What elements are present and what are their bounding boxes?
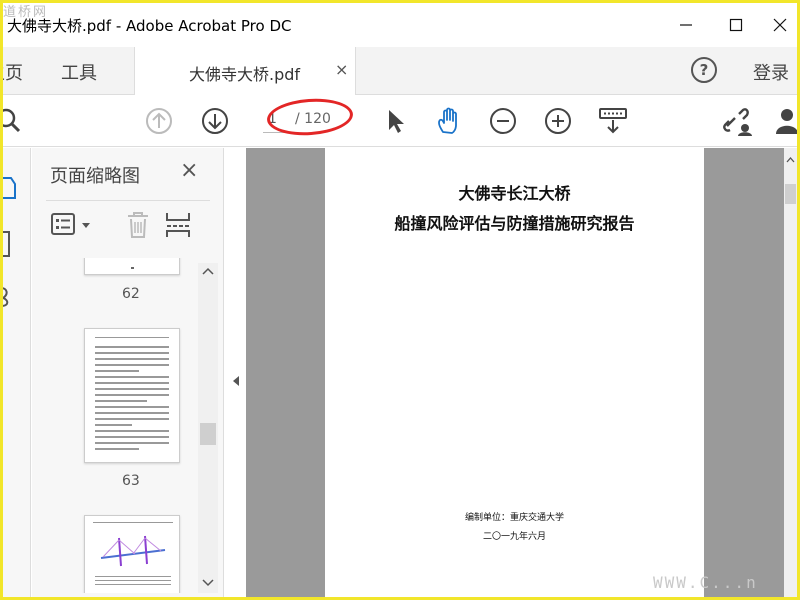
scroll-up-icon [202, 267, 214, 275]
collapse-panel-button[interactable] [232, 375, 240, 390]
red-highlight-oval [265, 96, 355, 138]
document-view: 大佛寺长江大桥 船撞风险评估与防撞措施研究报告 编制单位：重庆交通大学 二〇一九… [246, 148, 784, 597]
pdf-page[interactable]: 大佛寺长江大桥 船撞风险评估与防撞措施研究报告 编制单位：重庆交通大学 二〇一九… [325, 148, 704, 597]
user-button[interactable] [773, 105, 797, 137]
close-panel-button[interactable]: × [180, 158, 198, 183]
document-scrollbar-thumb[interactable] [785, 184, 796, 204]
document-scrollbar[interactable] [784, 148, 797, 597]
help-button[interactable]: ? [691, 57, 717, 83]
minimize-button[interactable] [671, 13, 701, 37]
hand-tool-button[interactable] [433, 105, 465, 137]
login-button[interactable]: 登录 [753, 59, 789, 85]
thumbnail-page-64[interactable] [84, 515, 180, 593]
attachment-icon[interactable] [3, 284, 15, 308]
document-title-line2: 船撞风险评估与防撞措施研究报告 [394, 214, 635, 233]
doc-scroll-up-icon [786, 157, 795, 163]
scroll-down-icon [202, 579, 214, 587]
zoom-in-icon [545, 108, 571, 134]
tab-document[interactable]: 大佛寺大桥.pdf × [134, 47, 356, 95]
thumbnail-scrollbar-thumb[interactable] [200, 423, 216, 445]
zoom-out-icon [490, 108, 516, 134]
share-link-icon [723, 108, 752, 136]
close-window-button[interactable] [765, 13, 795, 37]
title-bar: 道桥网 大佛寺大桥.pdf - Adobe Acrobat Pro DC [3, 3, 797, 47]
watermark-bottom: WWW.C...n [653, 573, 758, 592]
tab-tools[interactable]: 工具 [61, 59, 97, 85]
keyboard-tool-button[interactable] [597, 105, 629, 137]
zoom-out-button[interactable] [487, 105, 519, 137]
close-tab-button[interactable]: × [335, 60, 348, 79]
thumbnail-list: 62 63 [47, 258, 202, 593]
page-down-icon [202, 108, 228, 134]
thumbnail-page-62[interactable] [84, 258, 180, 275]
close-icon [773, 18, 787, 32]
panel-title: 页面缩略图 [50, 166, 140, 187]
thumbnail-label-63: 63 [122, 473, 140, 489]
maximize-icon [729, 18, 743, 32]
panel-divider [46, 200, 210, 201]
thumbnail-options-icon[interactable] [50, 212, 96, 238]
prev-page-button[interactable] [143, 105, 175, 137]
page-up-icon [146, 108, 172, 134]
user-icon [776, 109, 797, 134]
select-tool-button[interactable] [379, 105, 411, 137]
tab-bar: 主页 工具 大佛寺大桥.pdf × ? 登录 [3, 47, 797, 95]
document-date: 二〇一九年六月 [482, 532, 546, 542]
acrobat-window: 道桥网 大佛寺大桥.pdf - Adobe Acrobat Pro DC 主页 … [3, 3, 797, 597]
collapse-left-icon [233, 376, 239, 386]
window-title: 大佛寺大桥.pdf - Adobe Acrobat Pro DC [7, 17, 292, 35]
left-tool-strip [3, 148, 31, 597]
next-page-button[interactable] [199, 105, 231, 137]
toolbar: 1 / 120 [3, 95, 797, 147]
delete-page-icon[interactable] [124, 210, 152, 240]
minimize-icon [680, 24, 692, 26]
share-link-button[interactable] [721, 105, 753, 137]
tab-home[interactable]: 主页 [3, 59, 23, 85]
thumbnail-label-62: 62 [122, 286, 140, 302]
search-button[interactable] [3, 105, 25, 137]
thumbnail-scrollbar[interactable] [198, 263, 218, 593]
bridge-image [100, 535, 166, 567]
select-icon [389, 110, 404, 133]
hand-icon [438, 107, 457, 134]
maximize-button[interactable] [721, 13, 751, 37]
bookmarks-icon[interactable] [3, 230, 13, 258]
search-icon [3, 108, 21, 133]
page-thumbnails-panel: 页面缩略图 × 62 63 [32, 148, 224, 597]
insert-page-icon[interactable] [164, 210, 196, 240]
document-unit: 编制单位：重庆交通大学 [464, 513, 564, 523]
thumbnail-page-63[interactable] [84, 328, 180, 463]
document-tab-label: 大佛寺大桥.pdf [189, 65, 301, 84]
keyboard-icon [599, 108, 627, 134]
zoom-in-button[interactable] [542, 105, 574, 137]
page-thumbnails-icon[interactable] [3, 174, 19, 200]
document-title-line1: 大佛寺长江大桥 [458, 184, 571, 203]
